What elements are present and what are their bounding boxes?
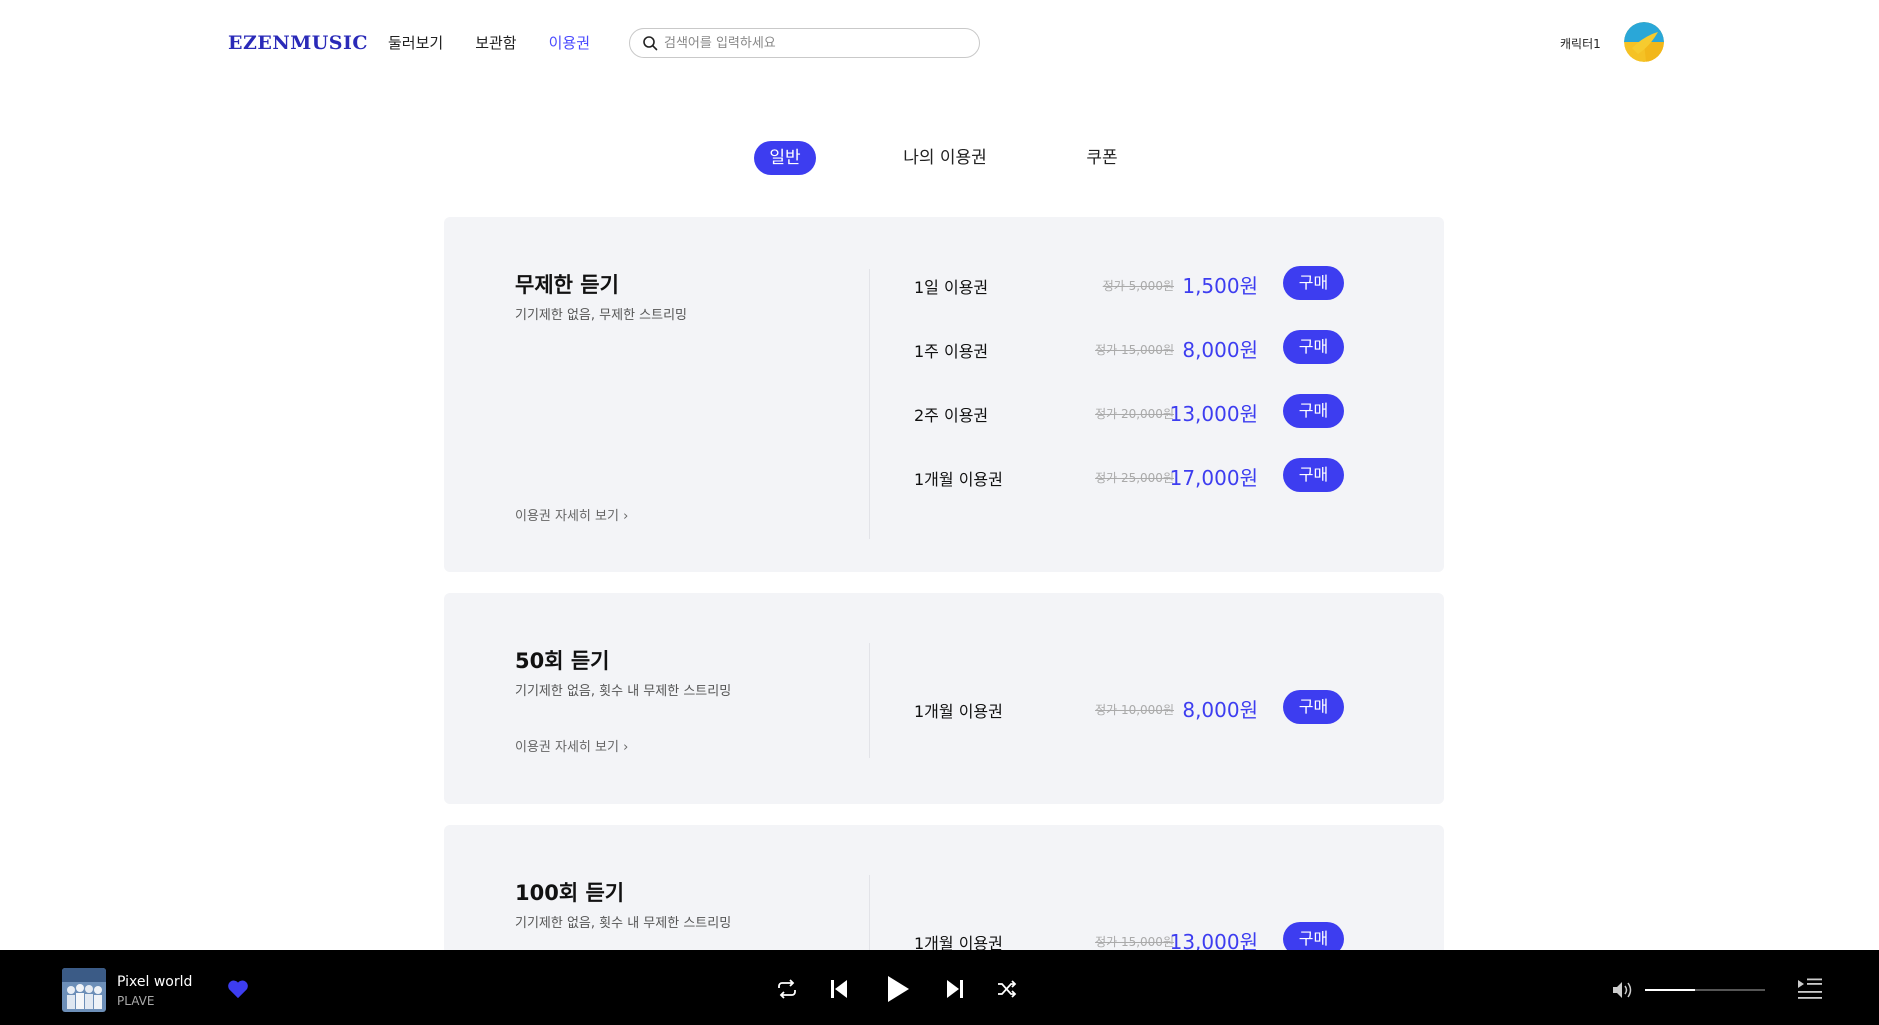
shuffle-icon[interactable] [997,980,1017,998]
product-name: 1개월 이용권 [914,702,1003,721]
plan-title: 100회 듣기 [515,881,625,905]
heart-icon[interactable] [227,979,249,999]
nav-subscription[interactable]: 이용권 [549,32,590,53]
search-bar[interactable] [629,28,980,58]
plan-title: 50회 듣기 [515,649,610,673]
original-price: 정가 10,000원 [1095,703,1174,717]
buy-button[interactable]: 구매 [1283,330,1344,364]
detail-link-label: 이용권 자세히 보기 [515,740,619,755]
nav-library[interactable]: 보관함 [475,32,516,53]
detail-link-label: 이용권 자세히 보기 [515,509,619,524]
avatar[interactable] [1624,22,1664,62]
product-name: 1일 이용권 [914,278,989,297]
avatar-image [1624,22,1664,62]
card-divider [869,269,870,539]
plan-description: 기기제한 없음, 무제한 스트리밍 [515,308,688,323]
top-header: EZENMUSIC 둘러보기 보관함 이용권 캐릭터1 [0,0,1879,86]
plan-card-50-plays: 50회 듣기 기기제한 없음, 횟수 내 무제한 스트리밍 이용권 자세히 보기… [444,593,1444,804]
product-name: 1개월 이용권 [914,470,1003,489]
repeat-icon[interactable] [776,979,798,999]
plan-title: 무제한 듣기 [515,273,619,297]
product-name: 1주 이용권 [914,342,989,361]
tab-general[interactable]: 일반 [754,141,816,175]
nav-browse[interactable]: 둘러보기 [388,32,443,53]
search-icon [643,36,658,51]
product-row: 2주 이용권 정가 20,000원 13,000원 구매 [914,394,1344,428]
original-price: 정가 15,000원 [1095,935,1174,949]
volume-icon[interactable] [1612,980,1634,1000]
tab-my-subscription[interactable]: 나의 이용권 [890,141,1000,175]
tab-coupon[interactable]: 쿠폰 [1080,141,1124,175]
product-row: 1개월 이용권 정가 10,000원 8,000원 구매 [914,690,1344,724]
user-name[interactable]: 캐릭터1 [1560,35,1601,52]
plan-card-unlimited: 무제한 듣기 기기제한 없음, 무제한 스트리밍 이용권 자세히 보기 › 1일… [444,217,1444,572]
sale-price: 1,500원 [1182,274,1258,298]
track-title[interactable]: Pixel world [117,974,192,990]
search-input[interactable] [664,35,964,51]
buy-button[interactable]: 구매 [1283,394,1344,428]
chevron-right-icon: › [623,740,629,755]
volume-slider-fill [1645,989,1696,991]
logo[interactable]: EZENMUSIC [228,32,368,54]
original-price: 정가 15,000원 [1095,343,1174,357]
sale-price: 8,000원 [1182,698,1258,722]
player-bar: Pixel world PLAVE [0,950,1879,1025]
album-art-image [62,968,106,1012]
plan-description: 기기제한 없음, 횟수 내 무제한 스트리밍 [515,916,732,931]
subscription-tabs: 일반 나의 이용권 쿠폰 [0,141,1879,175]
volume-slider[interactable] [1645,989,1765,991]
plan-description: 기기제한 없음, 횟수 내 무제한 스트리밍 [515,684,732,699]
original-price: 정가 20,000원 [1095,407,1174,421]
card-divider [869,643,870,758]
original-price: 정가 5,000원 [1102,279,1174,293]
chevron-right-icon: › [623,509,629,524]
product-row: 1일 이용권 정가 5,000원 1,500원 구매 [914,266,1344,300]
play-icon[interactable] [886,975,910,1003]
buy-button[interactable]: 구매 [1283,266,1344,300]
plan-detail-link[interactable]: 이용권 자세히 보기 › [515,505,628,524]
plan-detail-link[interactable]: 이용권 자세히 보기 › [515,736,628,755]
sale-price: 17,000원 [1169,466,1258,490]
album-art[interactable] [62,968,106,1012]
sale-price: 8,000원 [1182,338,1258,362]
product-row: 1주 이용권 정가 15,000원 8,000원 구매 [914,330,1344,364]
previous-icon[interactable] [830,979,848,999]
buy-button[interactable]: 구매 [1283,458,1344,492]
playlist-icon[interactable] [1797,978,1823,1000]
buy-button[interactable]: 구매 [1283,690,1344,724]
product-row: 1개월 이용권 정가 25,000원 17,000원 구매 [914,458,1344,492]
track-artist[interactable]: PLAVE [117,994,154,1008]
product-name: 2주 이용권 [914,406,989,425]
next-icon[interactable] [946,979,964,999]
sale-price: 13,000원 [1169,402,1258,426]
original-price: 정가 25,000원 [1095,471,1174,485]
main-nav: 둘러보기 보관함 이용권 [388,32,590,53]
